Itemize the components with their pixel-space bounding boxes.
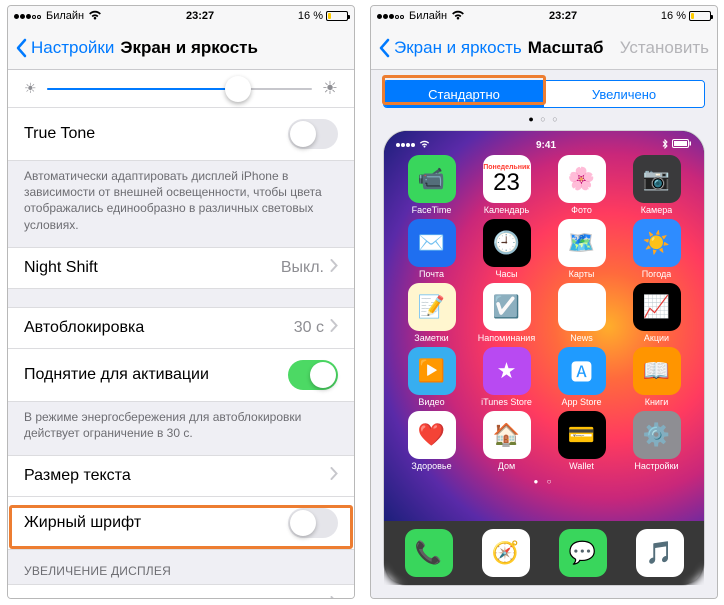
preview-wifi-icon <box>419 140 430 151</box>
carrier-label: Билайн <box>409 10 447 22</box>
sun-large-icon: ☀︎ <box>322 78 338 99</box>
seg-standard[interactable]: Стандартно <box>384 81 544 107</box>
app-погода: ☀️Погода <box>621 219 692 279</box>
app-видео: ▶️Видео <box>396 347 467 407</box>
raise-label: Поднятие для активации <box>24 366 288 384</box>
text-size-row[interactable]: Размер текста <box>8 455 354 497</box>
preview-page-dots: ● ○ <box>390 473 698 488</box>
preview-status-bar: 9:41 <box>390 137 698 153</box>
preview-battery-icon <box>672 139 692 151</box>
zoom-screen: Билайн 23:27 16 % Экран и яркость Масшта… <box>370 5 718 599</box>
status-bar: Билайн 23:27 16 % <box>8 6 354 26</box>
raise-switch[interactable] <box>288 360 338 390</box>
status-bar: Билайн 23:27 16 % <box>371 6 717 26</box>
brightness-slider[interactable] <box>47 88 312 90</box>
app-книги: 📖Книги <box>621 347 692 407</box>
chevron-right-icon <box>330 467 338 485</box>
brightness-slider-row[interactable]: ☀︎ ☀︎ <box>8 70 354 108</box>
dock-music: 🎵 <box>636 529 684 577</box>
app-facetime: 📹FaceTime <box>396 155 467 215</box>
wifi-icon <box>88 10 102 23</box>
preview-signal-icon <box>396 143 415 147</box>
app-настройки: ⚙️Настройки <box>621 411 692 471</box>
true-tone-label: True Tone <box>24 125 288 143</box>
settings-screen: Билайн 23:27 16 % Настройки Экран и ярко… <box>7 5 355 599</box>
nav-bar: Настройки Экран и яркость <box>8 26 354 70</box>
app-news: 🅽News <box>546 283 617 343</box>
page-title: Масштаб <box>528 38 604 58</box>
dock-messages: 💬 <box>559 529 607 577</box>
battery-label: 16 % <box>661 10 686 22</box>
app-камера: 📷Камера <box>621 155 692 215</box>
zoom-segmented[interactable]: Стандартно Увеличено <box>383 80 705 108</box>
autolock-label: Автоблокировка <box>24 319 294 337</box>
app-напоминания: ☑️Напоминания <box>471 283 542 343</box>
app-почта: ✉️Почта <box>396 219 467 279</box>
nav-bar: Экран и яркость Масштаб Установить <box>371 26 717 70</box>
bold-label: Жирный шрифт <box>24 514 288 532</box>
bold-switch[interactable] <box>288 508 338 538</box>
status-time: 23:27 <box>465 10 661 22</box>
carrier-label: Билайн <box>46 10 84 22</box>
app-дом: 🏠Дом <box>471 411 542 471</box>
app-app store: 🅰App Store <box>546 347 617 407</box>
view-value: Стандартно <box>236 596 324 598</box>
page-indicator: ● ○ ○ <box>371 114 717 130</box>
battery-icon <box>326 11 348 21</box>
signal-icon <box>14 10 42 22</box>
view-row[interactable]: Вид Стандартно <box>8 584 354 598</box>
preview-time: 9:41 <box>430 140 662 151</box>
back-button[interactable]: Экран и яркость <box>379 38 522 58</box>
set-button[interactable]: Установить <box>620 38 709 58</box>
home-preview: 9:41 📹FaceTimeПонедельник23Календарь🌸Фот… <box>383 130 705 586</box>
app-itunes store: ★iTunes Store <box>471 347 542 407</box>
preview-dock: 📞 🧭 💬 🎵 <box>384 521 704 585</box>
battery-icon <box>689 11 711 21</box>
app-карты: 🗺️Карты <box>546 219 617 279</box>
true-tone-switch[interactable] <box>288 119 338 149</box>
back-label: Настройки <box>31 38 114 58</box>
app-wallet: 💳Wallet <box>546 411 617 471</box>
status-time: 23:27 <box>102 10 298 22</box>
settings-content: ☀︎ ☀︎ True Tone Автоматически адаптирова… <box>8 70 354 598</box>
zoom-content: Стандартно Увеличено ● ○ ○ 9:41 <box>371 70 717 598</box>
app-фото: 🌸Фото <box>546 155 617 215</box>
chevron-right-icon <box>330 596 338 598</box>
dock-safari: 🧭 <box>482 529 530 577</box>
dock-phone: 📞 <box>405 529 453 577</box>
app-акции: 📈Акции <box>621 283 692 343</box>
seg-zoom[interactable]: Увеличено <box>544 81 704 107</box>
wifi-icon <box>451 10 465 23</box>
signal-icon <box>377 10 405 22</box>
app-часы: 🕘Часы <box>471 219 542 279</box>
autolock-row[interactable]: Автоблокировка 30 с <box>8 307 354 349</box>
back-button[interactable]: Настройки <box>16 38 114 58</box>
autolock-value: 30 с <box>294 319 324 337</box>
chevron-right-icon <box>330 259 338 277</box>
battery-label: 16 % <box>298 10 323 22</box>
app-календарь: Понедельник23Календарь <box>471 155 542 215</box>
night-shift-value: Выкл. <box>281 259 324 277</box>
display-zoom-header: УВЕЛИЧЕНИЕ ДИСПЛЕЯ <box>8 550 354 584</box>
true-tone-row[interactable]: True Tone <box>8 108 354 161</box>
chevron-right-icon <box>330 319 338 337</box>
sun-small-icon: ☀︎ <box>24 80 37 97</box>
page-title: Экран и яркость <box>120 38 258 58</box>
night-shift-row[interactable]: Night Shift Выкл. <box>8 247 354 289</box>
preview-bluetooth-icon <box>662 139 668 152</box>
app-заметки: 📝Заметки <box>396 283 467 343</box>
raise-to-wake-row[interactable]: Поднятие для активации <box>8 349 354 402</box>
view-label: Вид <box>24 596 236 598</box>
back-label: Экран и яркость <box>394 38 522 58</box>
app-здоровье: ❤️Здоровье <box>396 411 467 471</box>
true-tone-desc: Автоматически адаптировать дисплей iPhon… <box>8 161 354 247</box>
bold-text-row[interactable]: Жирный шрифт <box>8 497 354 550</box>
text-size-label: Размер текста <box>24 467 330 485</box>
night-shift-label: Night Shift <box>24 259 281 277</box>
raise-desc: В режиме энергосбережения для автоблокир… <box>8 402 354 455</box>
